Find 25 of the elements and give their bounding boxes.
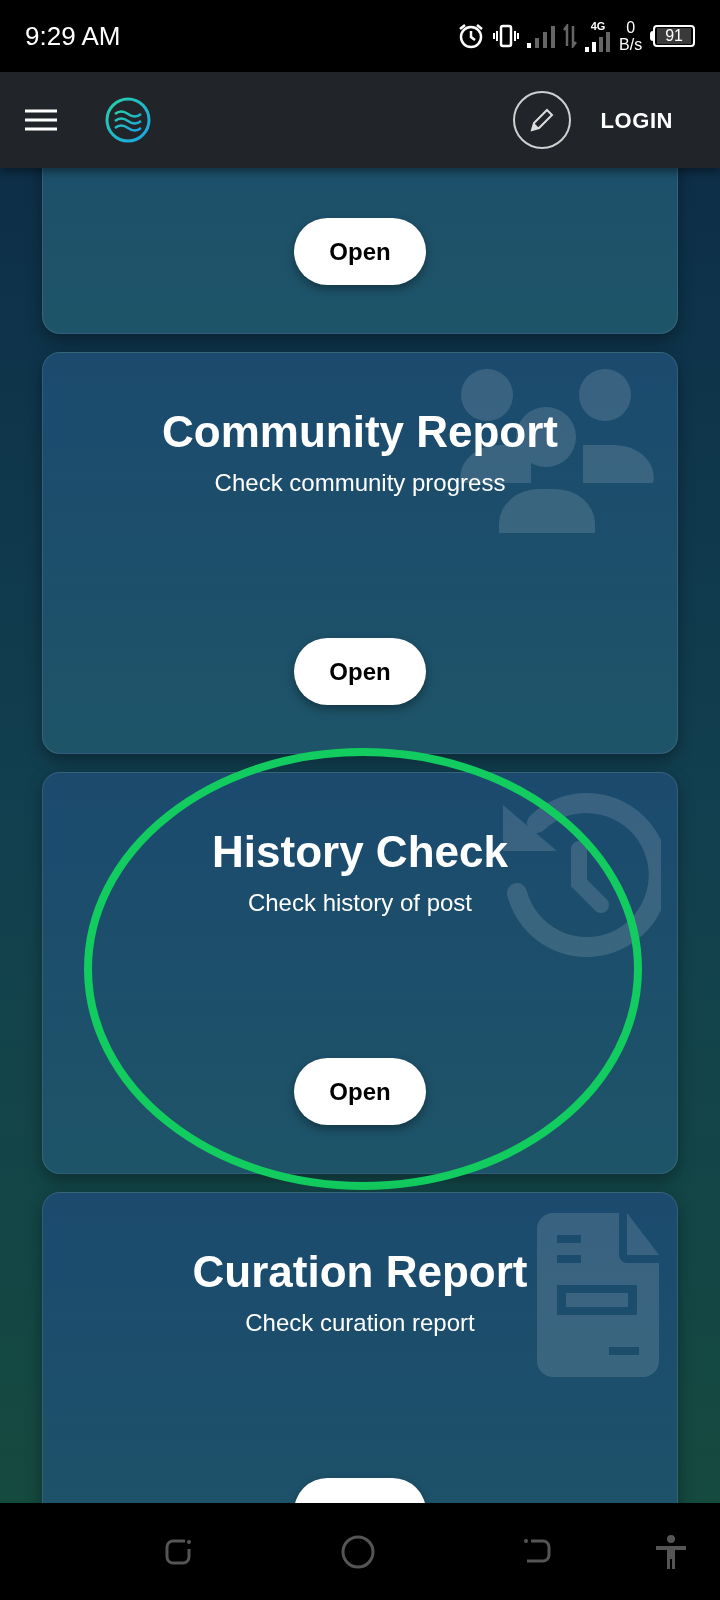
card-title: Curation Report: [192, 1246, 528, 1298]
open-button[interactable]: Open: [294, 218, 426, 285]
login-button[interactable]: LOGIN: [600, 103, 673, 137]
home-icon[interactable]: [341, 1534, 375, 1569]
logo-icon[interactable]: [105, 97, 151, 143]
card-title: History Check: [212, 826, 508, 878]
card-title: Community Report: [162, 406, 558, 458]
speed-value: 0: [626, 19, 636, 36]
signal-icon: [585, 32, 612, 52]
battery-level: 91: [657, 28, 691, 44]
document-icon: [537, 1213, 659, 1377]
card-subtitle: Check community progress: [214, 468, 506, 498]
accessibility-icon[interactable]: [655, 1534, 687, 1569]
menu-icon[interactable]: [25, 109, 57, 131]
speed-unit: B/s: [619, 36, 643, 53]
card-subtitle: Check history of post: [247, 888, 473, 918]
edit-button[interactable]: [512, 91, 571, 149]
signal-icon: [527, 24, 556, 48]
card-subtitle: Check curation report: [245, 1308, 475, 1338]
vibrate-icon: [493, 23, 520, 49]
network-type: 4G: [590, 20, 606, 32]
open-button[interactable]: Open: [294, 638, 426, 705]
data-arrows-icon: [563, 24, 578, 48]
open-button[interactable]: Open: [294, 1058, 426, 1125]
status-time: 9:29 AM: [25, 19, 121, 53]
